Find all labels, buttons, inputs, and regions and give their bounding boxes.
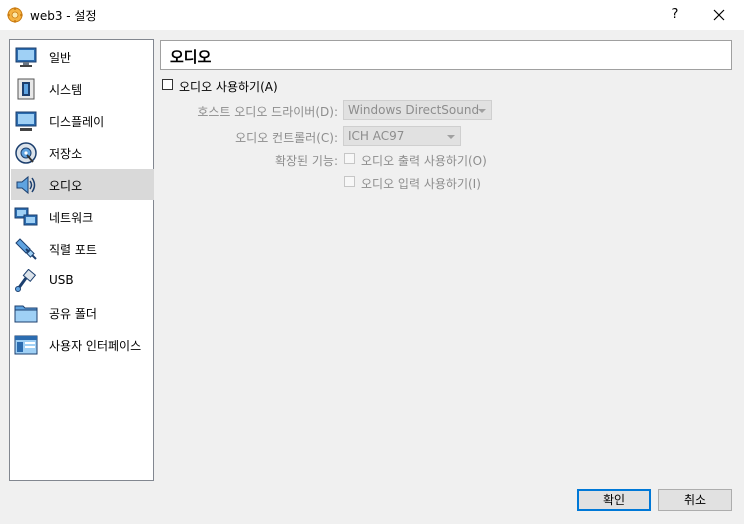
chevron-down-icon [447, 135, 455, 139]
extended-features-label: 확장된 기능: [274, 154, 338, 168]
sidebar-item-serial-port[interactable]: 직렬 포트 [11, 233, 154, 264]
enable-input-checkbox[interactable] [344, 176, 355, 187]
controller-value: ICH AC97 [348, 129, 405, 143]
page-title-text: 오디오 [170, 48, 212, 66]
network-icon [14, 207, 38, 226]
window-title: web3 - 설정 [30, 9, 97, 23]
settings-category-list: 일반 시스템 디스플레이 저장소 오디오 네트워크 직렬 포트 USB 공유 폴… [9, 39, 154, 481]
usb-icon [15, 269, 37, 292]
sidebar-item-user-interface[interactable]: 사용자 인터페이스 [11, 329, 154, 360]
sidebar-item-storage[interactable]: 저장소 [11, 137, 154, 168]
sidebar-item-audio[interactable]: 오디오 [11, 169, 154, 200]
close-button[interactable] [696, 0, 742, 30]
title-bar: web3 - 설정 ? [0, 0, 744, 30]
sidebar-item-label: 직렬 포트 [49, 243, 97, 257]
sidebar-item-label: 저장소 [49, 147, 83, 161]
enable-output-checkbox[interactable] [344, 153, 355, 164]
system-chip-icon [17, 78, 35, 100]
ok-button[interactable]: 확인 [577, 489, 651, 511]
host-driver-label: 호스트 오디오 드라이버(D): [197, 105, 338, 119]
sidebar-item-label: USB [49, 273, 74, 287]
enable-output-label[interactable]: 오디오 출력 사용하기(O) [361, 152, 487, 169]
sidebar-item-label: 사용자 인터페이스 [49, 339, 142, 353]
general-monitor-icon [15, 47, 37, 67]
host-driver-value: Windows DirectSound [348, 103, 480, 117]
shared-folder-icon [14, 305, 38, 323]
sidebar-item-network[interactable]: 네트워크 [11, 201, 154, 232]
controller-label: 오디오 컨트롤러(C): [235, 131, 338, 145]
sidebar-item-system[interactable]: 시스템 [11, 73, 154, 104]
sidebar-item-label: 공유 폴더 [49, 307, 97, 321]
controller-combobox[interactable]: ICH AC97 [343, 126, 461, 146]
sidebar-item-label: 시스템 [49, 83, 83, 97]
app-icon [7, 7, 23, 23]
serial-port-icon [15, 238, 37, 260]
close-icon [713, 9, 725, 21]
sidebar-item-usb[interactable]: USB [11, 265, 154, 296]
cancel-button[interactable]: 취소 [658, 489, 732, 511]
sidebar-item-label: 네트워크 [49, 211, 94, 225]
chevron-down-icon [478, 109, 486, 113]
storage-disk-icon [15, 142, 37, 164]
sidebar-item-label: 오디오 [49, 179, 83, 193]
enable-input-label[interactable]: 오디오 입력 사용하기(I) [361, 175, 481, 192]
sidebar-item-shared-folders[interactable]: 공유 폴더 [11, 297, 154, 328]
sidebar-item-label: 디스플레이 [49, 115, 105, 129]
enable-audio-checkbox[interactable] [162, 79, 173, 90]
help-button[interactable]: ? [652, 0, 698, 30]
sidebar-item-display[interactable]: 디스플레이 [11, 105, 154, 136]
host-driver-combobox[interactable]: Windows DirectSound [343, 100, 492, 120]
enable-audio-label[interactable]: 오디오 사용하기(A) [179, 78, 278, 95]
audio-speaker-icon [16, 175, 36, 195]
page-title: 오디오 [160, 40, 732, 70]
sidebar-item-general[interactable]: 일반 [11, 41, 154, 72]
display-monitor-icon [15, 111, 37, 131]
sidebar-item-label: 일반 [49, 51, 72, 65]
user-interface-icon [14, 335, 38, 355]
